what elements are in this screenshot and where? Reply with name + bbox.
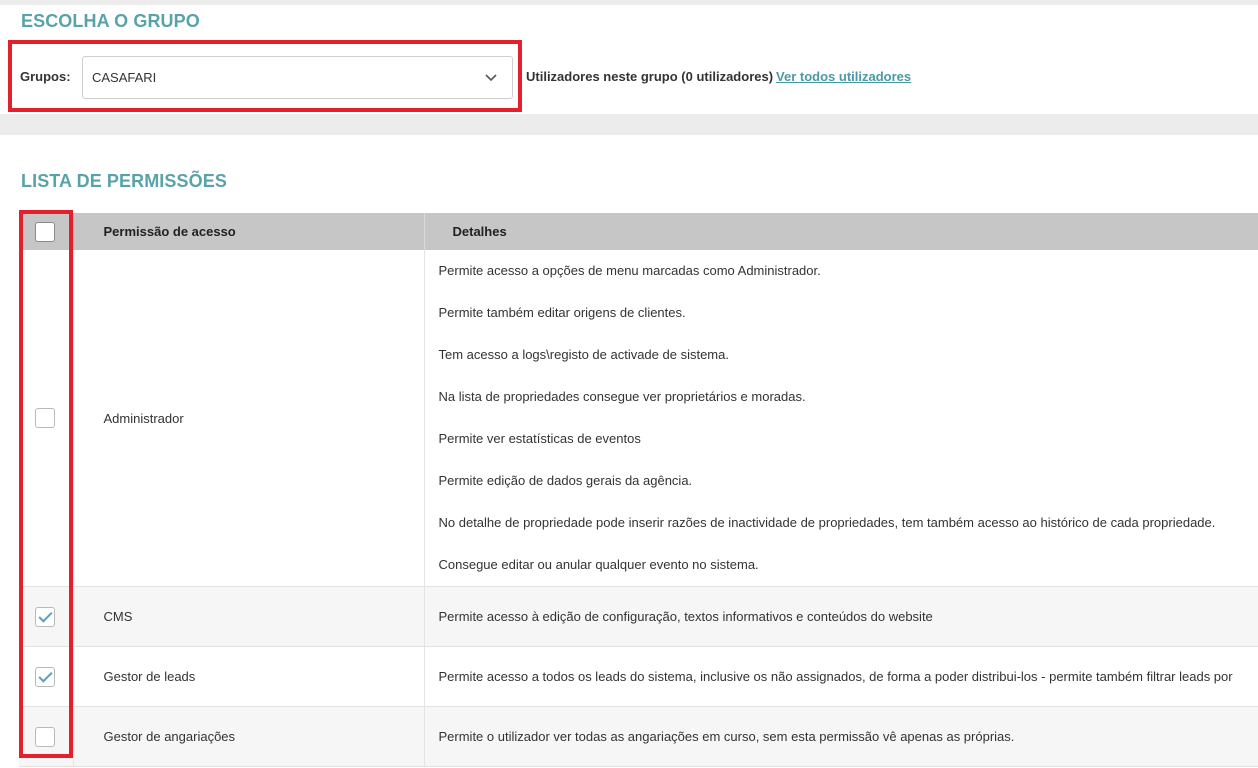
detail-line: Na lista de propriedades consegue ver pr…	[438, 389, 806, 404]
row-check-cell	[19, 646, 73, 707]
permission-name: Gestor de leads	[72, 646, 425, 707]
users-count-text: Utilizadores neste grupo (0 utilizadores…	[526, 69, 774, 84]
detail-line: Permite também editar origens de cliente…	[438, 305, 686, 320]
permission-checkbox-cms[interactable]	[35, 606, 55, 627]
permission-checkbox-gestor-de-angariacoes[interactable]	[35, 726, 55, 747]
detail-line: Tem acesso a logs\registo de activade de…	[438, 347, 729, 362]
table-row: Gestor de leads Permite acesso a todos o…	[19, 646, 1258, 707]
table-row: Gestor de angariações Permite o utilizad…	[19, 706, 1258, 767]
permission-checkbox-administrador[interactable]	[35, 408, 55, 428]
group-select-value: CASAFARI	[92, 70, 157, 85]
permission-details: Permite acesso a opções de menu marcadas…	[424, 250, 1258, 587]
row-check-cell	[19, 250, 73, 587]
users-info: Utilizadores neste grupo (0 utilizadores…	[526, 69, 911, 84]
row-check-cell	[19, 706, 73, 767]
permission-details: Permite acesso à edição de configuração,…	[424, 586, 1258, 647]
permissions-table: Permissão de acesso Detalhes Administrad…	[19, 213, 1258, 767]
row-check-cell	[19, 586, 73, 647]
chevron-down-icon	[485, 74, 497, 82]
header-check-cell	[19, 213, 73, 250]
detail-line: Consegue editar ou anular qualquer event…	[438, 557, 759, 572]
permissions-section-title: LISTA DE PERMISSÕES	[21, 171, 227, 191]
permission-details: Permite acesso a todos os leads do siste…	[424, 646, 1258, 707]
table-header-row: Permissão de acesso Detalhes	[19, 213, 1258, 250]
top-bar	[0, 0, 1258, 5]
permission-details: Permite o utilizador ver todas as angari…	[424, 706, 1258, 767]
groups-label: Grupos:	[20, 69, 71, 84]
view-all-users-link[interactable]: Ver todos utilizadores	[776, 69, 911, 84]
permission-name: CMS	[72, 586, 425, 647]
group-select[interactable]: CASAFARI	[82, 56, 513, 99]
column-header-permission[interactable]: Permissão de acesso	[72, 213, 425, 250]
permission-name: Administrador	[72, 250, 425, 587]
detail-line: No detalhe de propriedade pode inserir r…	[438, 515, 1216, 530]
section-divider	[0, 114, 1258, 135]
detail-line: Permite edição de dados gerais da agênci…	[438, 473, 693, 488]
permission-name: Gestor de angariações	[72, 706, 425, 767]
table-row: Administrador Permite acesso a opções de…	[19, 250, 1258, 587]
select-all-checkbox[interactable]	[35, 221, 55, 242]
permission-checkbox-gestor-de-leads[interactable]	[35, 666, 55, 687]
column-header-details[interactable]: Detalhes	[424, 213, 1258, 250]
table-row: CMS Permite acesso à edição de configura…	[19, 586, 1258, 647]
detail-line: Permite ver estatísticas de eventos	[438, 431, 641, 446]
detail-line: Permite acesso a opções de menu marcadas…	[438, 263, 821, 278]
group-section-title: ESCOLHA O GRUPO	[21, 11, 200, 31]
